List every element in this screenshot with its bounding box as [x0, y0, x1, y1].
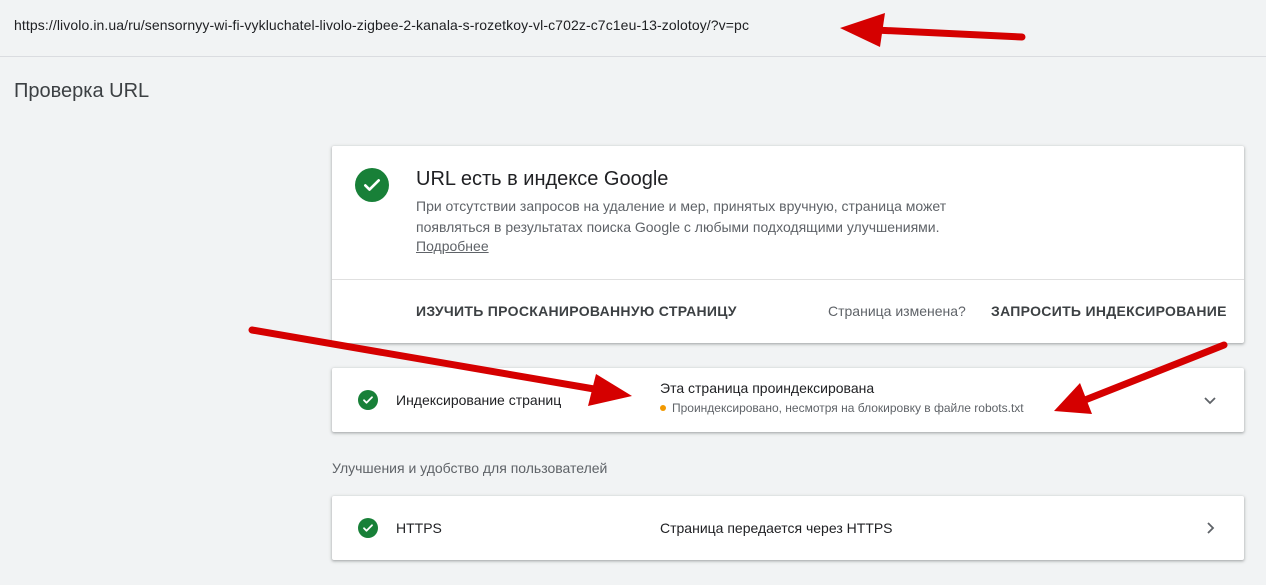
indexing-substatus: Проиндексировано, несмотря на блокировку… [660, 401, 1024, 415]
enhancements-section-label: Улучшения и удобство для пользователей [332, 460, 608, 476]
warning-dot-icon [660, 405, 666, 411]
request-indexing-button[interactable]: ЗАПРОСИТЬ ИНДЕКСИРОВАНИЕ [991, 303, 1227, 319]
page-title: Проверка URL [14, 80, 150, 102]
https-status: Страница передается через HTTPS [660, 520, 893, 536]
indexing-status: Эта страница проиндексирована [660, 380, 875, 396]
https-row[interactable]: HTTPS Страница передается через HTTPS [332, 496, 1244, 560]
check-circle-icon [358, 390, 378, 410]
check-circle-icon [355, 168, 389, 202]
indexing-label: Индексирование страниц [396, 392, 562, 408]
indexing-row[interactable]: Индексирование страниц Эта страница прои… [332, 368, 1244, 432]
card-divider [332, 279, 1244, 280]
check-circle-icon [358, 518, 378, 538]
status-description: При отсутствии запросов на удаление и ме… [416, 198, 947, 235]
page-url: https://livolo.in.ua/ru/sensornyy-wi-fi-… [14, 17, 750, 33]
chevron-right-icon[interactable] [1202, 520, 1218, 536]
indexing-substatus-text: Проиндексировано, несмотря на блокировку… [672, 401, 1024, 415]
url-bar: https://livolo.in.ua/ru/sensornyy-wi-fi-… [0, 0, 1266, 57]
learn-more-link[interactable]: Подробнее [416, 238, 489, 254]
page-changed-label: Страница изменена? [828, 303, 966, 319]
https-label: HTTPS [396, 520, 442, 536]
status-title: URL есть в индексе Google [416, 168, 669, 190]
chevron-down-icon[interactable] [1202, 392, 1218, 408]
inspect-crawled-page-button[interactable]: ИЗУЧИТЬ ПРОСКАНИРОВАННУЮ СТРАНИЦУ [416, 303, 737, 319]
index-status-card: URL есть в индексе Google При отсутствии… [332, 146, 1244, 343]
